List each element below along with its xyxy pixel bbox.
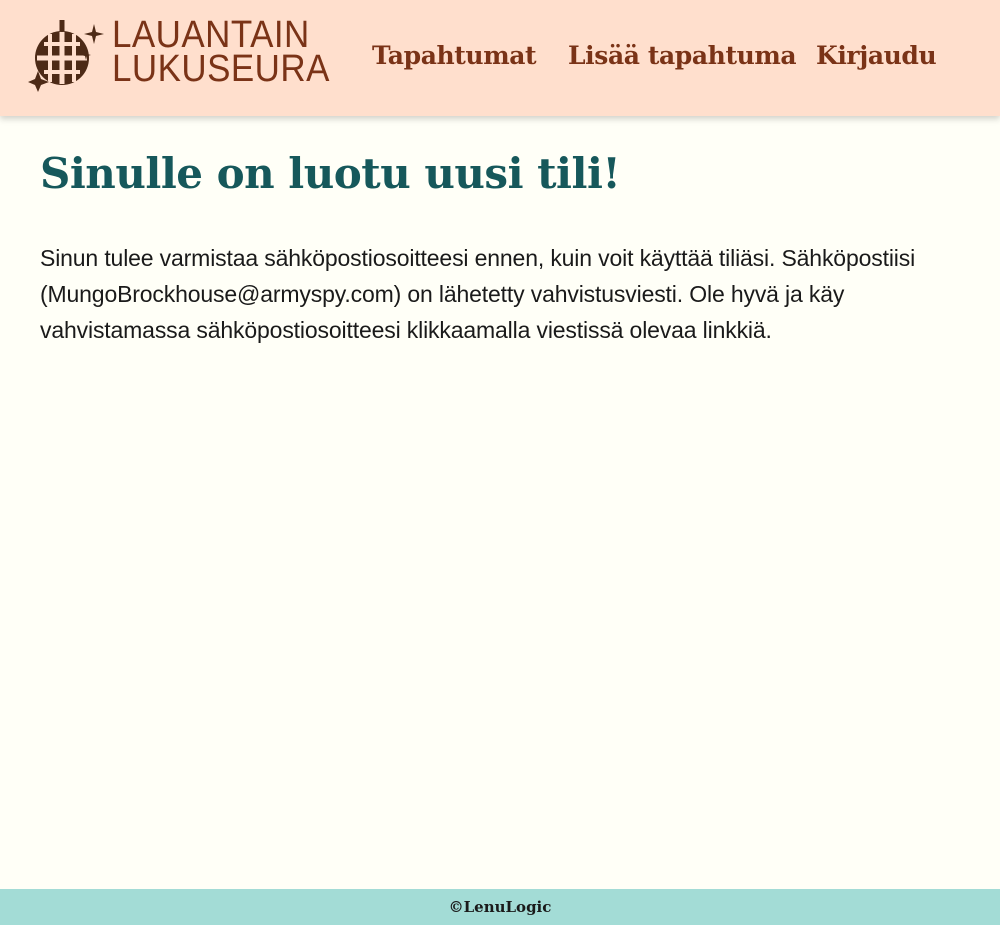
- account-verification-message: Sinun tulee varmistaa sähköpostiosoittee…: [40, 245, 916, 343]
- site-footer: ©LenuLogic: [0, 889, 1000, 925]
- brand-name: LAUANTAIN LUKUSEURA: [112, 14, 330, 90]
- nav-add-event-link[interactable]: Lisää tapahtuma: [568, 41, 797, 70]
- nav-events-link[interactable]: Tapahtumat: [372, 41, 537, 70]
- disco-ball-icon: [28, 20, 104, 92]
- main-content: Sinulle on luotu uusi tili! Sinun tulee …: [0, 116, 1000, 888]
- nav-login-link[interactable]: Kirjaudu: [816, 41, 937, 70]
- copyright-text: ©LenuLogic: [448, 898, 552, 916]
- page-title: Sinulle on luotu uusi tili!: [40, 149, 621, 198]
- brand-line-1: LAUANTAIN: [112, 14, 310, 56]
- page: LAUANTAIN LUKUSEURA Tapahtumat Lisää tap…: [0, 0, 1000, 925]
- home-logo-link[interactable]: LAUANTAIN LUKUSEURA: [28, 16, 329, 92]
- brand-line-2: LUKUSEURA: [112, 48, 330, 90]
- site-header: LAUANTAIN LUKUSEURA Tapahtumat Lisää tap…: [0, 0, 1000, 116]
